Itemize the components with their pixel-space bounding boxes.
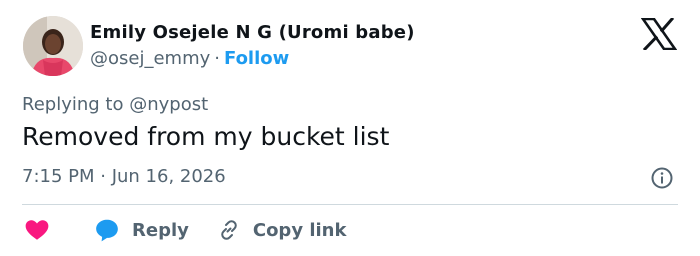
tweet-text: Removed from my bucket list	[22, 122, 390, 151]
divider	[22, 204, 678, 205]
author-handle-row: @osej_emmy · Follow	[90, 48, 289, 69]
replying-mention[interactable]: @nypost	[129, 94, 208, 115]
info-icon[interactable]	[650, 166, 674, 190]
copy-link-button[interactable]: Copy link	[217, 218, 347, 242]
avatar[interactable]	[23, 16, 83, 76]
author-name[interactable]: Emily Osejele N G (Uromi babe)	[90, 22, 415, 43]
like-button[interactable]	[22, 217, 50, 243]
reply-label: Reply	[132, 219, 189, 241]
replying-prefix: Replying to	[22, 94, 124, 115]
x-logo-icon[interactable]	[641, 18, 677, 50]
author-handle[interactable]: @osej_emmy	[90, 48, 210, 69]
link-icon	[221, 220, 237, 240]
separator-dot: ·	[214, 48, 220, 69]
speech-bubble-icon	[96, 219, 118, 242]
avatar-image	[23, 16, 83, 76]
heart-icon	[25, 220, 49, 240]
reply-button[interactable]: Reply	[94, 217, 189, 243]
action-bar: Reply Copy link	[22, 214, 346, 246]
tweet-timestamp[interactable]: 7:15 PM · Jun 16, 2026	[22, 166, 226, 187]
copy-link-label: Copy link	[252, 219, 347, 241]
replying-to: Replying to @nypost	[22, 94, 208, 115]
follow-button[interactable]: Follow	[224, 48, 289, 69]
